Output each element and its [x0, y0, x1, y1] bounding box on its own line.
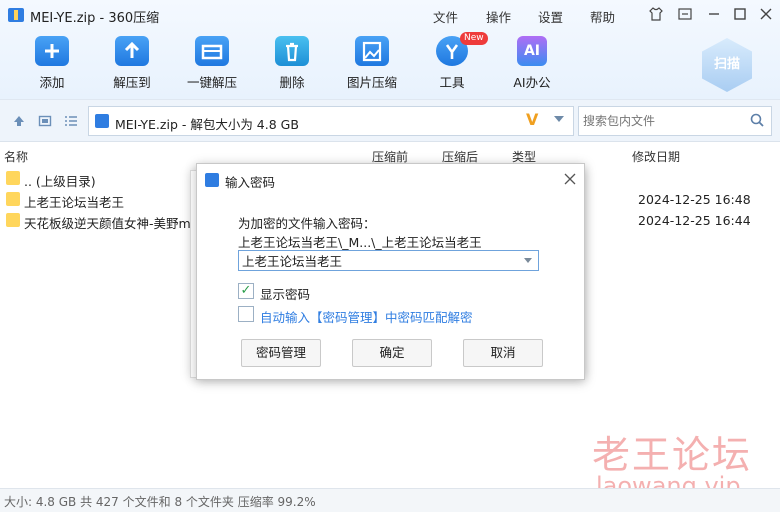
toolbar-delete-button[interactable]: 删除 [252, 36, 332, 96]
delete-icon [275, 36, 309, 66]
minimize-icon[interactable] [705, 6, 723, 24]
extract-to-icon [115, 36, 149, 66]
add-icon [35, 36, 69, 66]
maximize-icon[interactable] [731, 6, 749, 24]
column-name[interactable]: 名称 [4, 148, 28, 165]
title-bar: MEI-YE.zip - 360压缩 文件 操作 设置 帮助 [0, 0, 780, 30]
file-date: 2024-12-25 16:48 [638, 192, 751, 207]
toolbar-image-compress-button[interactable]: 图片压缩 [332, 36, 412, 96]
show-password-checkbox[interactable]: ✓ [238, 283, 254, 299]
password-dialog: 输入密码 为加密的文件输入密码： 上老王论坛当老王\_M...\_上老王论坛当老… [196, 163, 585, 380]
toolbar-ai-office-button[interactable]: AI AI办公 [492, 36, 572, 96]
address-bar[interactable]: MEI-YE.zip - 解包大小为 4.8 GB V [88, 106, 574, 136]
menu-operation[interactable]: 操作 [486, 7, 511, 26]
watermark-text: 老王论坛 [592, 433, 753, 477]
cancel-button[interactable]: 取消 [463, 339, 543, 367]
up-arrow-icon[interactable] [12, 114, 26, 128]
image-compress-icon [355, 36, 389, 66]
folder-icon [6, 213, 20, 227]
folder-icon [6, 171, 20, 185]
file-date: 2024-12-25 16:44 [638, 213, 751, 228]
dialog-close-icon[interactable] [561, 169, 579, 190]
status-text: 大小: 4.8 GB 共 427 个文件和 8 个文件夹 压缩率 99.2% [4, 495, 316, 509]
auto-input-label[interactable]: 自动输入【密码管理】中密码匹配解密 [260, 307, 473, 326]
search-icon[interactable] [750, 113, 764, 127]
toolbar-tools-label: 工具 [439, 75, 465, 90]
toolbar-tools-button[interactable]: New 工具 [412, 32, 492, 96]
list-view-icon[interactable] [64, 114, 78, 128]
address-path: MEI-YE.zip - 解包大小为 4.8 GB [115, 117, 299, 132]
archive-app-icon [8, 8, 24, 22]
window-title: MEI-YE.zip - 360压缩 [30, 11, 160, 26]
toolbar-ai-office-label: AI办公 [513, 75, 551, 90]
v-logo-icon: V [526, 110, 539, 129]
file-name: 天花板级逆天颜值女神-美野me [24, 216, 199, 231]
toolbar-extract-to-button[interactable]: 解压到 [92, 36, 172, 96]
auto-input-checkbox[interactable] [238, 306, 254, 322]
menu-settings[interactable]: 设置 [538, 7, 563, 26]
menu-file[interactable]: 文件 [433, 7, 458, 26]
file-name: 上老王论坛当老王 [24, 195, 125, 210]
address-dropdown-icon[interactable] [554, 116, 564, 122]
feedback-icon[interactable] [676, 6, 694, 24]
archive-icon [95, 114, 109, 128]
search-input[interactable] [578, 106, 772, 136]
thumbnail-view-icon[interactable] [38, 114, 52, 128]
password-manager-button[interactable]: 密码管理 [241, 339, 321, 367]
scan-button[interactable]: 扫描 [702, 38, 752, 92]
password-dropdown-icon[interactable] [524, 258, 532, 263]
toolbar-delete-label: 删除 [279, 75, 305, 90]
ok-button[interactable]: 确定 [352, 339, 432, 367]
new-badge: New [460, 32, 488, 45]
file-name: .. (上级目录) [24, 174, 96, 189]
address-row: MEI-YE.zip - 解包大小为 4.8 GB V [0, 100, 780, 142]
toolbar-add-button[interactable]: 添加 [12, 36, 92, 96]
toolbar-image-compress-label: 图片压缩 [346, 75, 397, 90]
column-modified[interactable]: 修改日期 [632, 148, 680, 165]
archive-icon [205, 173, 219, 187]
folder-icon [6, 192, 20, 206]
toolbar-one-click-extract-label: 一键解压 [186, 75, 237, 90]
toolbar-one-click-extract-button[interactable]: 一键解压 [172, 36, 252, 96]
status-bar: 大小: 4.8 GB 共 427 个文件和 8 个文件夹 压缩率 99.2% [0, 488, 780, 512]
dialog-path: 上老王论坛当老王\_M...\_上老王论坛当老王 [238, 235, 482, 250]
header-area: MEI-YE.zip - 360压缩 文件 操作 设置 帮助 添加 解压到 一键… [0, 0, 780, 100]
one-click-extract-icon [195, 36, 229, 66]
show-password-label: 显示密码 [260, 287, 311, 302]
dialog-title: 输入密码 [225, 175, 276, 190]
menu-help[interactable]: 帮助 [590, 7, 615, 26]
toolbar-extract-to-label: 解压到 [113, 75, 151, 90]
password-input[interactable] [238, 250, 539, 271]
dialog-prompt: 为加密的文件输入密码： [238, 216, 376, 231]
skin-icon[interactable] [647, 6, 665, 24]
ai-office-icon: AI [517, 36, 547, 66]
toolbar-add-label: 添加 [39, 75, 65, 90]
close-icon[interactable] [757, 6, 775, 24]
